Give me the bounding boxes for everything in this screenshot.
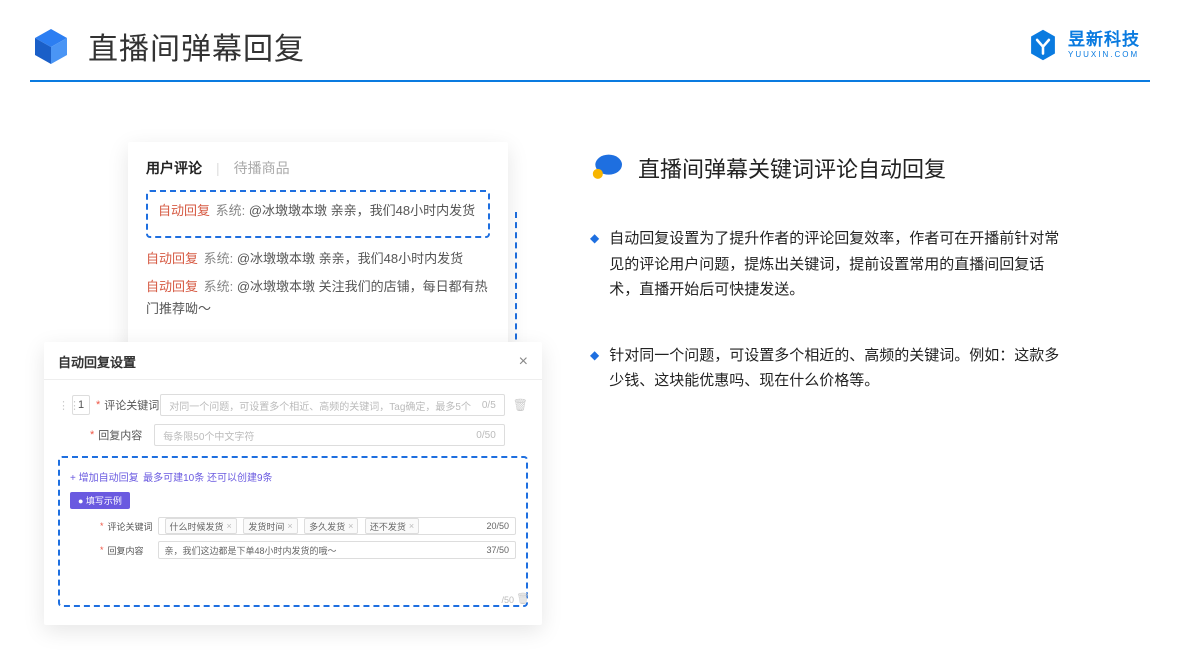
example-keyword-row: * 评论关键词 什么时候发货× 发货时间× 多久发货× 还不发货× 20/50 (70, 517, 516, 535)
bullet-item: ◆ 自动回复设置为了提升作者的评论回复效率，作者可在开播前针对常见的评论用户问题… (590, 226, 1140, 303)
index-box: 1 (72, 395, 90, 415)
content-label: 回复内容 (98, 427, 154, 443)
trash-icon[interactable]: 🗑 (513, 398, 528, 412)
example-keyword-input[interactable]: 什么时候发货× 发货时间× 多久发货× 还不发货× 20/50 (158, 517, 516, 535)
comment-line: 自动回复 系统: @冰墩墩本墩 亲亲，我们48小时内发货 (158, 200, 478, 222)
settings-card: 自动回复设置 × ⋮⋮ 1 * 评论关键词 对同一个问题，可设置多个相近、高频的… (44, 342, 542, 625)
brand-url: YUUXIN.COM (1068, 50, 1140, 59)
tag[interactable]: 还不发货× (365, 518, 419, 534)
bullet-item: ◆ 针对同一个问题，可设置多个相近的、高频的关键词。例如：这款多少钱、这块能优惠… (590, 343, 1140, 394)
mock-screenshots: 用户评论 | 待播商品 自动回复 系统: @冰墩墩本墩 亲亲，我们48小时内发货… (40, 142, 550, 622)
settings-title: 自动回复设置 (58, 352, 136, 371)
speech-bubble-icon (590, 153, 624, 183)
page-title: 直播间弹幕回复 (88, 24, 305, 68)
tab-user-comments[interactable]: 用户评论 (146, 158, 202, 178)
diamond-bullet-icon: ◆ (590, 228, 599, 303)
comments-card: 用户评论 | 待播商品 自动回复 系统: @冰墩墩本墩 亲亲，我们48小时内发货… (128, 142, 508, 372)
tab-divider: | (216, 160, 220, 176)
keyword-label: 评论关键词 (104, 397, 160, 413)
cube-icon (30, 25, 72, 67)
comment-line: 自动回复 系统: @冰墩墩本墩 关注我们的店铺，每日都有热门推荐呦～ (146, 276, 490, 320)
brand-name: 昱新科技 (1068, 31, 1140, 48)
stray-counter: /50 (501, 595, 514, 605)
description-panel: 直播间弹幕关键词评论自动回复 ◆ 自动回复设置为了提升作者的评论回复效率，作者可… (550, 142, 1140, 622)
tag[interactable]: 多久发货× (304, 518, 358, 534)
highlighted-comment: 自动回复 系统: @冰墩墩本墩 亲亲，我们48小时内发货 (146, 190, 490, 238)
keyword-row: ⋮⋮ 1 * 评论关键词 对同一个问题，可设置多个相近、高频的关键词，Tag确定… (58, 394, 528, 416)
brand-logo: 昱新科技 YUUXIN.COM (1026, 28, 1140, 62)
brand-mark-icon (1026, 28, 1060, 62)
page-header: 直播间弹幕回复 昱新科技 YUUXIN.COM (0, 0, 1180, 80)
example-badge: ● 填写示例 (70, 492, 130, 509)
example-content-row: * 回复内容 亲，我们这边都是下单48小时内发货的哦～ 37/50 (70, 541, 516, 559)
required-star: * (100, 545, 104, 555)
close-icon[interactable]: × (519, 353, 528, 371)
content-input[interactable]: 每条限50个中文字符 0/50 (154, 424, 504, 446)
comment-line: 自动回复 系统: @冰墩墩本墩 亲亲，我们48小时内发货 (146, 248, 490, 270)
tab-row: 用户评论 | 待播商品 (146, 158, 490, 178)
tag[interactable]: 发货时间× (243, 518, 297, 534)
required-star: * (100, 521, 104, 531)
tab-pending-goods[interactable]: 待播商品 (234, 158, 290, 178)
diamond-bullet-icon: ◆ (590, 345, 599, 394)
tag[interactable]: 什么时候发货× (165, 518, 237, 534)
section-title: 直播间弹幕关键词评论自动回复 (638, 152, 946, 184)
add-auto-reply-link[interactable]: + 增加自动回复 最多可建10条 还可以创建9条 (70, 468, 516, 486)
content-row: * 回复内容 每条限50个中文字符 0/50 🗑 (58, 424, 528, 446)
keyword-input[interactable]: 对同一个问题，可设置多个相近、高频的关键词，Tag确定，最多5个 0/5 (160, 394, 504, 416)
section-heading: 直播间弹幕关键词评论自动回复 (590, 152, 1140, 184)
drag-handle-icon[interactable]: ⋮⋮ (58, 399, 66, 412)
example-highlight: + 增加自动回复 最多可建10条 还可以创建9条 ● 填写示例 * 评论关键词 … (58, 456, 528, 607)
example-content-input[interactable]: 亲，我们这边都是下单48小时内发货的哦～ 37/50 (158, 541, 516, 559)
trash-icon[interactable]: 🗑 (516, 592, 530, 605)
required-star: * (90, 429, 94, 441)
required-star: * (96, 399, 100, 411)
